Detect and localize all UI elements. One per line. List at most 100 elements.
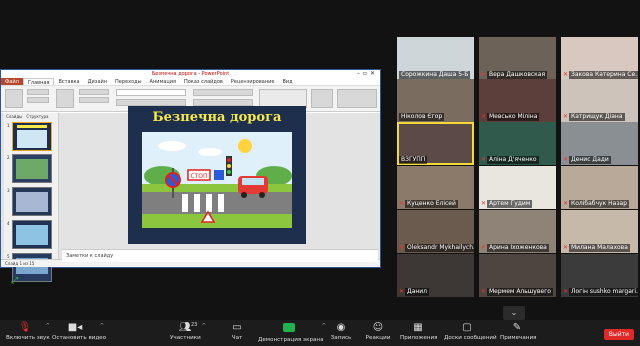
stop-video-label: Остановить видео xyxy=(52,335,107,341)
microphone-muted-icon: 🎙︎ xyxy=(18,322,32,333)
font-name-field[interactable] xyxy=(116,89,186,96)
tab-view[interactable]: Вид xyxy=(278,78,296,85)
tab-file[interactable]: Файл xyxy=(1,78,23,85)
notes-label: Примечания xyxy=(500,335,537,341)
participant-tile[interactable]: ✕ Артем Гудим xyxy=(479,166,556,209)
connection-icon: ⤢ xyxy=(11,276,19,286)
slide-thumbnail[interactable]: 3 xyxy=(7,187,52,216)
chevron-up-icon[interactable]: ^ xyxy=(46,323,50,329)
window-controls-icon[interactable]: –▫✕ xyxy=(357,70,378,78)
copy-icon[interactable] xyxy=(27,97,49,103)
tab-insert[interactable]: Вставка xyxy=(54,78,83,85)
participant-tile[interactable]: ✕ Oleksandr Mykhailych... xyxy=(397,210,474,253)
participant-tile[interactable]: Ніколов Єгор xyxy=(397,79,474,122)
mic-muted-icon: ✕ xyxy=(481,156,487,163)
participants-label: Участники xyxy=(170,335,201,341)
participant-name: Вера Дашковская xyxy=(487,71,548,79)
road-safety-illustration: СТОП xyxy=(142,132,292,228)
arrange-icon[interactable] xyxy=(311,89,333,108)
reactions-label: Реакции xyxy=(365,335,391,341)
participant-tile[interactable]: ✕ Денис Дади xyxy=(561,122,638,165)
participant-tile[interactable]: ✕ Арина Іхоженкова xyxy=(479,210,556,253)
participant-tile-active-speaker[interactable]: ВЗГУПП xyxy=(397,122,474,165)
editing-icons[interactable] xyxy=(337,89,377,108)
participant-name: Oleksandr Mykhailych... xyxy=(405,244,474,252)
participants-button[interactable]: 👥︎ 23 Участники ^ xyxy=(170,321,206,345)
participant-tile[interactable]: ✕ Мевсько Міліна xyxy=(479,79,556,122)
chevron-up-icon[interactable]: ^ xyxy=(202,323,206,329)
participant-name: Сорожкина Даша 5-Б xyxy=(399,71,471,79)
participant-tile[interactable]: ✕ Куценко Елісей xyxy=(397,166,474,209)
chat-icon: ▭ xyxy=(232,322,242,333)
tab-transitions[interactable]: Переходы xyxy=(111,78,146,85)
whiteboards-label: Доски сообщений xyxy=(444,335,497,341)
video-camera-icon: ■◂ xyxy=(67,322,83,333)
slide-thumbnail[interactable]: 2 xyxy=(7,154,52,183)
tab-review[interactable]: Рецензирование xyxy=(227,78,279,85)
tab-animation[interactable]: Анимация xyxy=(146,78,180,85)
paragraph-icons[interactable] xyxy=(193,89,253,96)
chevron-up-icon[interactable]: ^ xyxy=(100,323,104,329)
cut-icon[interactable] xyxy=(27,89,49,95)
mic-muted-icon: ✕ xyxy=(481,244,487,251)
participant-tile[interactable]: ✕ Катрищук Діана xyxy=(561,79,638,122)
participant-name: Арина Іхоженкова xyxy=(487,244,549,252)
font-format-icons[interactable] xyxy=(116,99,186,106)
slide-title: Безпечна дорога xyxy=(152,110,282,125)
share-screen-button[interactable]: Демонстрация экрана ^ xyxy=(258,321,326,345)
participant-tile[interactable]: ✕ Логін sushko margari... xyxy=(561,254,638,297)
participant-name: Мермем Альшувего xyxy=(487,288,553,296)
tab-outline[interactable]: Структура xyxy=(26,113,48,120)
share-screen-label: Демонстрация экрана xyxy=(258,337,324,343)
record-icon: ◉ xyxy=(336,322,346,333)
tab-slides[interactable]: Слайды xyxy=(6,113,22,120)
ppt-window-title: Безпечна дорога - PowerPoint xyxy=(151,71,230,77)
apps-button[interactable]: ▦ Приложения xyxy=(400,321,438,345)
record-label: Запись xyxy=(330,335,352,341)
participant-tile[interactable]: ✕ Вера Дашковская xyxy=(479,37,556,80)
mic-muted-icon: ✕ xyxy=(481,200,487,207)
chevron-up-icon[interactable]: ^ xyxy=(322,323,326,329)
notes-button[interactable]: ✎ Примечания xyxy=(500,321,537,345)
slide-thumbnail[interactable]: 1 xyxy=(7,122,52,151)
slide-thumbnails-panel: Слайды Структура 1 2 3 4 5 xyxy=(4,113,59,282)
notes-icon: ✎ xyxy=(512,322,522,333)
paste-icon[interactable] xyxy=(5,89,23,108)
current-slide[interactable]: Безпечна дорога СТОП xyxy=(128,106,306,244)
participant-name: Милана Малахова xyxy=(569,244,630,252)
share-screen-icon xyxy=(258,321,320,336)
participant-tile[interactable]: ✕ Милана Малахова xyxy=(561,210,638,253)
slide-notes-field[interactable]: Заметки к слайду xyxy=(62,249,378,262)
whiteboards-button[interactable]: ▢ Доски сообщений xyxy=(444,321,497,345)
tab-slideshow[interactable]: Показ слайдов xyxy=(180,78,227,85)
tab-home[interactable]: Главная xyxy=(22,78,55,86)
participant-tile[interactable]: ✕ Аліна Д'яченко xyxy=(479,122,556,165)
new-slide-icon[interactable] xyxy=(56,89,74,108)
mic-muted-icon: ✕ xyxy=(481,288,487,295)
participant-tile[interactable]: ✕ Мермем Альшувего xyxy=(479,254,556,297)
participant-name: Закова Катерина Се... xyxy=(569,71,638,79)
reset-icon[interactable] xyxy=(79,97,109,103)
participants-count: 23 xyxy=(191,322,198,328)
record-button[interactable]: ◉ Запись xyxy=(330,321,352,345)
mic-muted-icon: ✕ xyxy=(563,71,569,78)
reactions-button[interactable]: ☺ Реакции xyxy=(365,321,391,345)
stop-video-button[interactable]: ■◂ Остановить видео ^ xyxy=(52,321,107,345)
chat-button[interactable]: ▭ Чат xyxy=(228,321,246,345)
participant-name: Аліна Д'яченко xyxy=(487,156,539,164)
participant-tile[interactable]: Сорожкина Даша 5-Б xyxy=(397,37,474,80)
participant-name: Катрищук Діана xyxy=(569,113,625,121)
participant-name: Мевсько Міліна xyxy=(487,113,540,121)
ppt-ribbon-tabs: Файл Главная Вставка Дизайн Переходы Ани… xyxy=(1,78,380,86)
align-icons[interactable] xyxy=(193,99,253,106)
participant-tile[interactable]: ✕ Закова Катерина Се... xyxy=(561,37,638,80)
leave-button[interactable]: Выйти xyxy=(604,329,634,340)
tab-design[interactable]: Дизайн xyxy=(84,78,111,85)
layout-icon[interactable] xyxy=(79,89,109,95)
slide-thumbnail[interactable]: 4 xyxy=(7,220,52,249)
participant-tile[interactable]: ✕ Данил xyxy=(397,254,474,297)
participant-tile[interactable]: ✕ Колібабчук Назар xyxy=(561,166,638,209)
chevron-down-icon[interactable]: ⌄ xyxy=(503,306,525,320)
mic-muted-icon: ✕ xyxy=(563,156,569,163)
unmute-button[interactable]: 🎙︎ Включить звук ^ xyxy=(6,321,50,345)
